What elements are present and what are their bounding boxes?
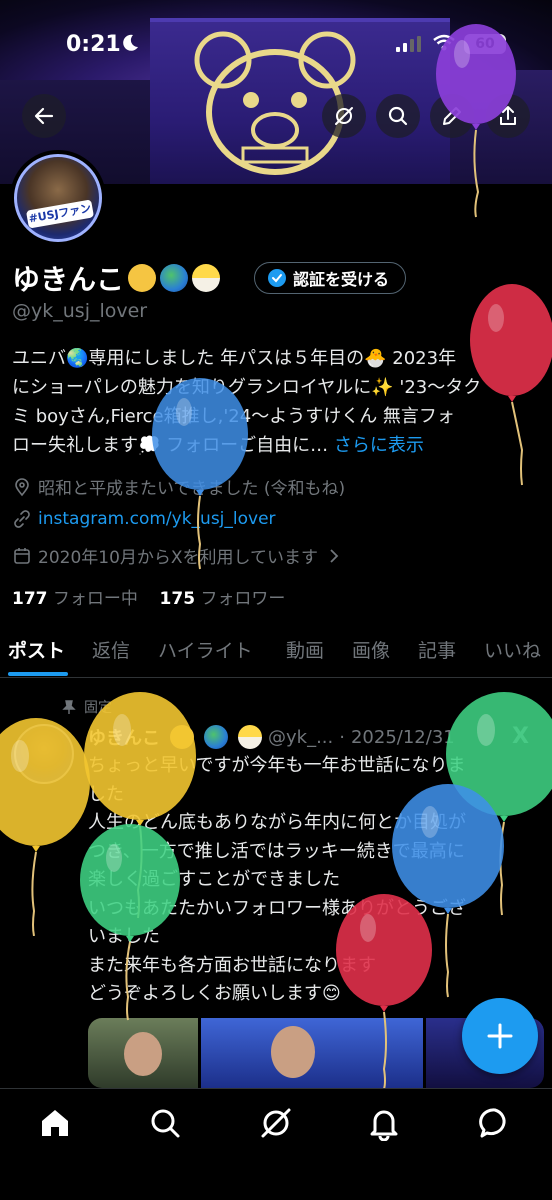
post-author-handle: @yk_... (268, 726, 334, 748)
home-icon (42, 1110, 68, 1136)
location-text: 昭和と平成またいできました (令和もね) (38, 479, 346, 499)
tab-videos[interactable]: 動画 (286, 636, 324, 663)
grok-icon (335, 107, 353, 125)
cat-face-emoji-icon (170, 725, 194, 749)
chevron-right-icon (330, 548, 339, 563)
cat-face-emoji-icon (128, 264, 157, 292)
moon-icon (123, 34, 138, 51)
signal-icon (396, 36, 421, 52)
hatching-chick-emoji-icon (238, 725, 262, 749)
grok-icon (261, 1108, 291, 1138)
calendar-icon (14, 547, 30, 564)
globe-emoji-icon (204, 725, 228, 749)
profile-name-row: ゆきんこ (12, 258, 221, 298)
globe-emoji-icon (160, 264, 189, 292)
post-line: つき、一方で推し活ではラッキー続きで最高に (88, 840, 465, 862)
following-label: フォロー中 (52, 589, 138, 609)
followers-label: フォロワー (200, 589, 286, 609)
nav-grok[interactable] (258, 1105, 294, 1141)
tab-posts[interactable]: ポスト (8, 636, 65, 663)
battery-indicator: 60 (464, 34, 506, 54)
website-link[interactable]: instagram.com/yk_usj_lover (38, 509, 276, 529)
pinned-label: 固定 (84, 700, 112, 716)
wifi-icon (433, 34, 455, 51)
link-icon (14, 510, 30, 528)
post-image-2[interactable] (201, 1018, 423, 1088)
bottom-navigation (0, 1088, 552, 1200)
bio-line: ロー失礼します💭 フォローご自由に… (12, 435, 329, 456)
search-icon (151, 1109, 180, 1138)
bio-line: ユニバ🌏専用にしました 年パスは５年目の🐣 2023年 (12, 348, 457, 369)
status-time: 0:21 (66, 32, 121, 57)
profile-bio: ユニバ🌏専用にしました 年パスは５年目の🐣 2023年 にショーパレの魅力を知り… (12, 344, 542, 460)
active-tab-indicator (8, 672, 68, 676)
avatar-image: #USJファン (14, 154, 102, 242)
post-line: いました (88, 926, 160, 947)
post-line: 人生のどん底もありながら年内に何とか目処が (88, 812, 466, 833)
get-verified-button[interactable]: 認証を受ける (254, 262, 407, 294)
x-logo-icon: X (512, 724, 529, 749)
post-image-1[interactable] (88, 1018, 198, 1088)
pinned-indicator: 固定 (62, 697, 112, 717)
pin-icon (62, 700, 76, 714)
edit-button[interactable] (430, 94, 474, 138)
nav-search[interactable] (147, 1105, 183, 1141)
profile-name: ゆきんこ (12, 263, 125, 296)
share-button[interactable] (486, 94, 530, 138)
post-line: いつもあたたかいフォロワー様ありがとうござ (88, 897, 466, 919)
profile-joined[interactable]: 2020年10月からXを利用しています (12, 543, 344, 568)
back-button[interactable] (22, 94, 66, 138)
tab-articles[interactable]: 記事 (418, 636, 456, 663)
bell-icon (370, 1110, 398, 1142)
post-body[interactable]: ちょっと早いですが今年も一年お世話になりま した 人生のどん底もありながら年内に… (88, 752, 544, 1009)
show-more-link[interactable]: さらに表示 (334, 435, 424, 456)
post-line: 楽しく過ごすことができました (88, 869, 341, 890)
verified-badge-icon (268, 269, 286, 287)
following-link[interactable]: 177 フォロー中 (12, 589, 138, 609)
search-icon (388, 106, 408, 126)
chat-bubble-icon (479, 1108, 506, 1138)
post-author-name[interactable]: ゆきんこ (88, 724, 160, 750)
profile-avatar[interactable]: #USJファン (10, 150, 106, 246)
bio-line: にショーパレの魅力を知りグランロイヤルに✨ '23〜タク (12, 377, 482, 398)
profile-website: instagram.com/yk_usj_lover (12, 509, 276, 529)
search-button[interactable] (376, 94, 420, 138)
location-pin-icon (15, 477, 29, 496)
post-header: ゆきんこ @yk_... · 2025/12/31 (88, 724, 455, 750)
bio-line: ミ boyさん,Fierce箱推し,'24〜ようすけくん 無言フォ (12, 406, 455, 427)
post-author-avatar[interactable] (14, 724, 74, 784)
avatar-tag: #USJファン (25, 199, 95, 229)
post-line: した (88, 783, 124, 805)
post-line: どうぞよろしくお願いします😊 (88, 983, 341, 1004)
share-icon (500, 106, 516, 125)
grok-button[interactable] (322, 94, 366, 138)
status-bar: 0:21 60 (0, 0, 552, 90)
plus-icon (487, 1023, 513, 1049)
profile-tabs: ポスト 返信 ハイライト 動画 画像 記事 いいね (0, 626, 552, 678)
post-date: 2025/12/31 (350, 726, 455, 748)
nav-notifications[interactable] (366, 1105, 402, 1142)
profile-location: 昭和と平成またいできました (令和もね) (12, 474, 345, 499)
followers-count: 175 (159, 589, 196, 609)
tab-images[interactable]: 画像 (352, 636, 390, 663)
post-line: また来年も各方面お世話になります (88, 954, 376, 976)
post-line: ちょっと早いですが今年も一年お世話になりま (88, 755, 466, 776)
nav-home[interactable] (37, 1105, 73, 1141)
edit-icon (443, 107, 461, 125)
following-count: 177 (12, 589, 48, 609)
follow-stats: 177 フォロー中 175 フォロワー (12, 584, 285, 609)
tab-likes[interactable]: いいね (484, 636, 541, 663)
compose-post-button[interactable] (462, 998, 538, 1074)
post-separator: · (339, 726, 345, 748)
back-arrow-icon (34, 107, 54, 125)
hatching-chick-emoji-icon (192, 264, 221, 292)
get-verified-label: 認証を受ける (293, 270, 390, 289)
profile-handle: @yk_usj_lover (12, 300, 148, 322)
nav-messages[interactable] (477, 1105, 513, 1141)
tab-highlights[interactable]: ハイライト (158, 636, 253, 663)
joined-text: 2020年10月からXを利用しています (38, 548, 319, 568)
followers-link[interactable]: 175 フォロワー (160, 589, 286, 609)
tab-replies[interactable]: 返信 (92, 636, 130, 663)
